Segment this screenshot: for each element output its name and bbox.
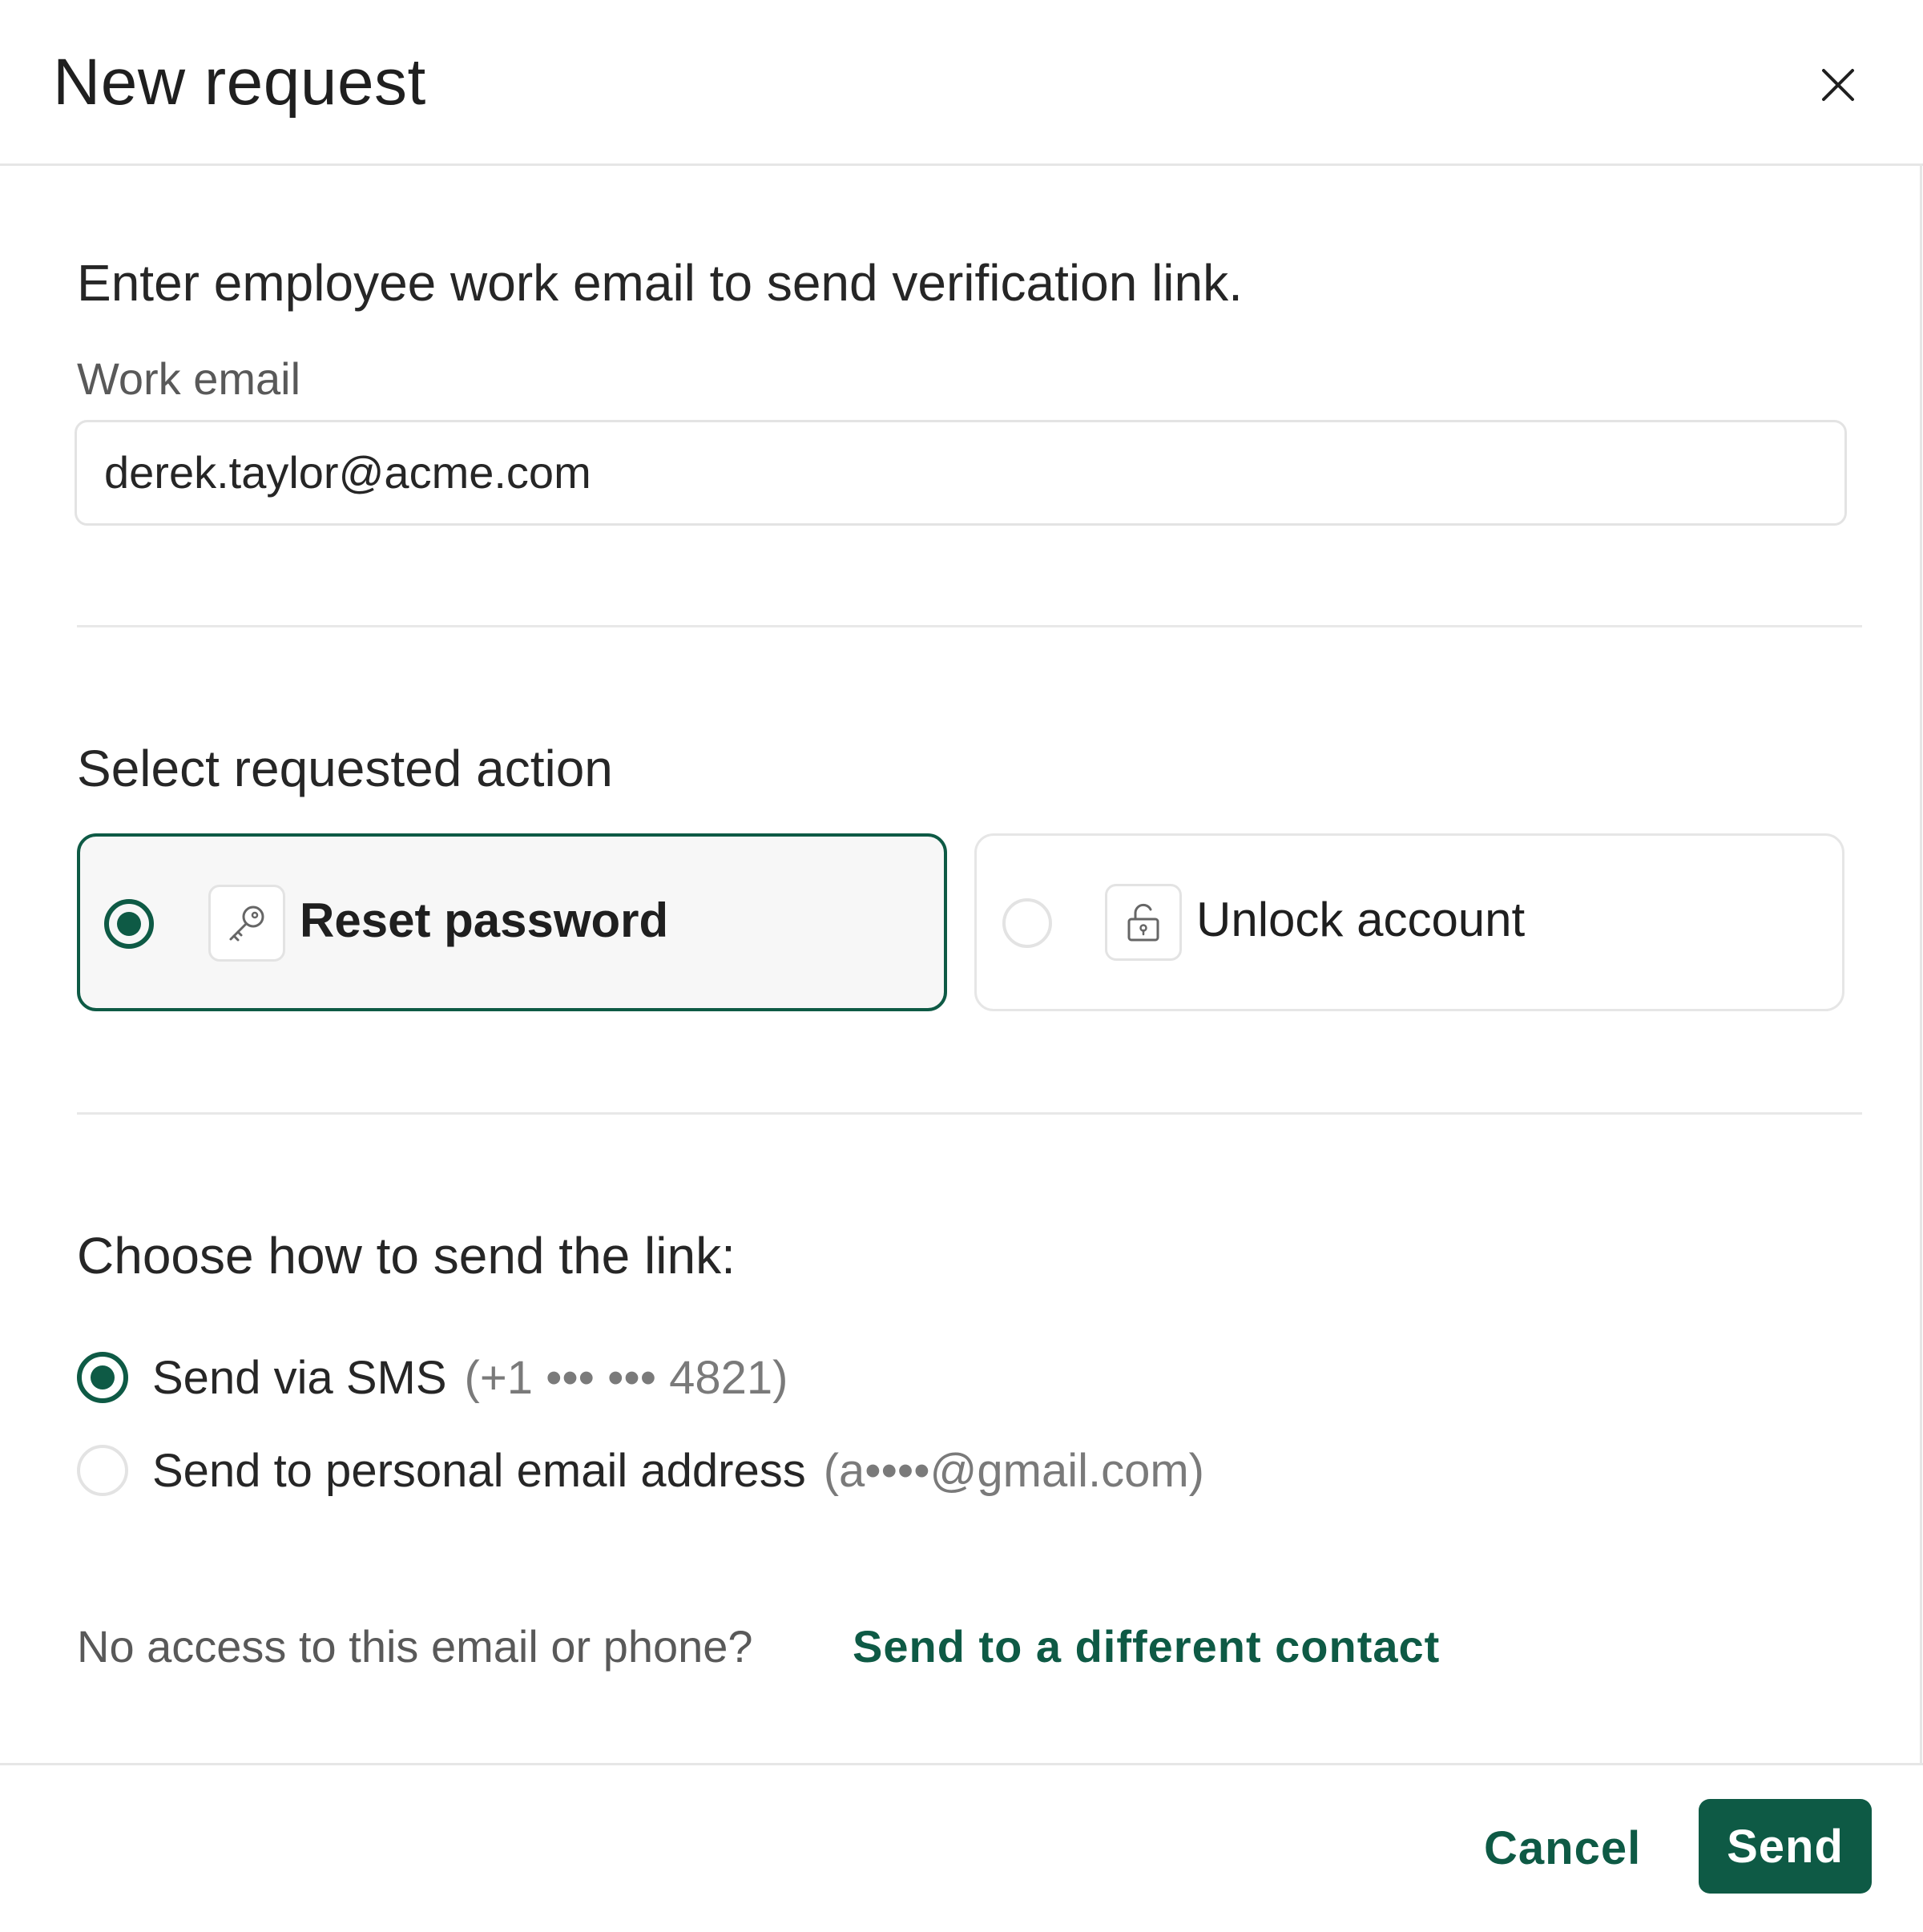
no-access-text: No access to this email or phone? — [77, 1621, 753, 1672]
divider — [77, 625, 1862, 627]
send-via-sms-radio[interactable] — [77, 1352, 128, 1403]
work-email-input[interactable]: derek.taylor@acme.com — [75, 420, 1847, 526]
work-email-label: Work email — [77, 353, 301, 404]
new-request-dialog: New request Enter employee work email to… — [0, 0, 1923, 1930]
key-icon — [208, 885, 285, 962]
dialog-title: New request — [53, 46, 426, 119]
send-personal-email-option[interactable]: Send to personal email address (a••••@gm… — [77, 1442, 1204, 1498]
send-personal-email-label: Send to personal email address — [152, 1444, 806, 1497]
body-right-border — [1920, 163, 1922, 1763]
reset-password-card[interactable]: Reset password — [77, 833, 947, 1011]
reset-password-label: Reset password — [300, 893, 669, 947]
send-section-title: Choose how to send the link: — [77, 1227, 736, 1285]
unlock-account-radio[interactable] — [1002, 898, 1052, 948]
reset-password-radio[interactable] — [104, 899, 154, 949]
divider — [77, 1112, 1862, 1115]
sms-number-hint: (+1 ••• ••• 4821) — [464, 1351, 788, 1404]
send-different-contact-link[interactable]: Send to a different contact — [853, 1620, 1440, 1672]
send-button[interactable]: Send — [1699, 1799, 1872, 1894]
cancel-button[interactable]: Cancel — [1484, 1821, 1641, 1875]
unlock-icon — [1105, 884, 1182, 961]
send-via-sms-label: Send via SMS — [152, 1351, 447, 1404]
dialog-footer: Cancel Send — [0, 1763, 1923, 1932]
action-section-title: Select requested action — [77, 740, 613, 797]
personal-email-hint: (a••••@gmail.com) — [823, 1444, 1204, 1497]
close-icon[interactable] — [1812, 59, 1864, 111]
intro-text: Enter employee work email to send verifi… — [77, 254, 1243, 312]
send-via-sms-option[interactable]: Send via SMS (+1 ••• ••• 4821) — [77, 1349, 788, 1406]
dialog-header: New request — [0, 0, 1923, 166]
send-personal-email-radio[interactable] — [77, 1445, 128, 1496]
unlock-account-card[interactable]: Unlock account — [974, 833, 1844, 1011]
unlock-account-label: Unlock account — [1196, 893, 1526, 946]
